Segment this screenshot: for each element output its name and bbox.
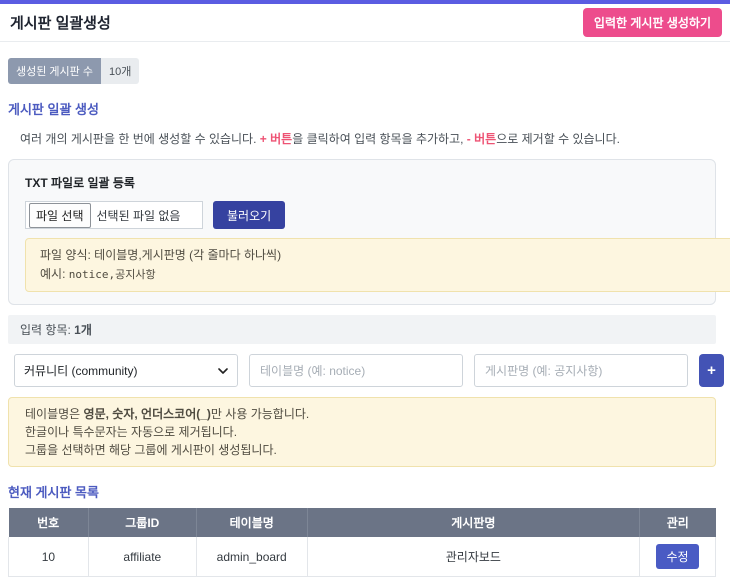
main-content: 생성된 게시판 수 10개 게시판 일괄 생성 여러 개의 게시판을 한 번에 … — [0, 42, 730, 577]
page-header: 게시판 일괄생성 입력한 게시판 생성하기 — [0, 4, 730, 42]
description-part2: 을 클릭하여 입력 항목을 추가하고, — [292, 132, 467, 146]
file-format-line1: 파일 양식: 테이블명,게시판명 (각 줄마다 하나씩) — [40, 246, 730, 265]
column-header-group-id: 그룹ID — [88, 508, 196, 537]
file-example-label: 예시: — [40, 267, 69, 281]
rules-line1-post: 만 사용 가능합니다. — [211, 407, 309, 421]
column-header-table-name: 테이블명 — [196, 508, 307, 537]
load-file-button[interactable]: 불러오기 — [213, 201, 285, 229]
group-select[interactable]: 커뮤니티 (community) — [14, 354, 238, 387]
bulk-create-heading: 게시판 일괄 생성 — [8, 99, 722, 118]
rules-line1-pre: 테이블명은 — [25, 407, 84, 421]
current-boards-heading: 현재 게시판 목록 — [8, 482, 722, 501]
board-input-row: 커뮤니티 (community) + — [14, 354, 724, 387]
cell-table-name: admin_board — [196, 537, 307, 577]
file-format-notice: 파일 양식: 테이블명,게시판명 (각 줄마다 하나씩) 예시: notice,… — [25, 238, 730, 292]
current-boards-table: 번호 그룹ID 테이블명 게시판명 관리 10 affiliate admin_… — [8, 508, 716, 577]
description-part1: 여러 개의 게시판을 한 번에 생성할 수 있습니다. — [20, 132, 260, 146]
input-count-bar: 입력 항목: 1개 — [8, 315, 716, 344]
input-count-label: 입력 항목: — [20, 323, 74, 337]
table-name-rules-notice: 테이블명은 영문, 숫자, 언더스코어(_)만 사용 가능합니다. 한글이나 특… — [8, 397, 716, 467]
file-status-text: 선택된 파일 없음 — [97, 207, 181, 224]
created-count-value: 10개 — [101, 58, 139, 84]
board-name-input[interactable] — [474, 354, 688, 387]
table-row: 10 affiliate admin_board 관리자보드 수정 — [9, 537, 716, 577]
file-select-button[interactable]: 파일 선택 — [29, 203, 91, 228]
table-name-input[interactable] — [249, 354, 463, 387]
txt-upload-section: TXT 파일로 일괄 등록 파일 선택 선택된 파일 없음 불러오기 파일 양식… — [8, 159, 716, 305]
description-part3: 으로 제거할 수 있습니다. — [496, 132, 620, 146]
bulk-create-description: 여러 개의 게시판을 한 번에 생성할 수 있습니다. + 버튼을 클릭하여 입… — [20, 131, 722, 147]
created-count-label: 생성된 게시판 수 — [8, 58, 101, 84]
add-row-button[interactable]: + — [699, 354, 724, 387]
rules-line3: 그룹을 선택하면 해당 그룹에 게시판이 생성됩니다. — [25, 441, 699, 459]
rules-line1-bold: 영문, 숫자, 언더스코어(_) — [84, 407, 211, 421]
cell-no: 10 — [9, 537, 89, 577]
minus-button-mention: - 버튼 — [467, 132, 496, 146]
created-count-badge: 생성된 게시판 수 10개 — [8, 58, 139, 84]
txt-upload-title: TXT 파일로 일괄 등록 — [25, 174, 699, 191]
rules-line1: 테이블명은 영문, 숫자, 언더스코어(_)만 사용 가능합니다. — [25, 405, 699, 423]
plus-button-mention: + 버튼 — [260, 132, 292, 146]
cell-group-id: affiliate — [88, 537, 196, 577]
file-input[interactable]: 파일 선택 선택된 파일 없음 — [25, 201, 203, 229]
cell-manage: 수정 — [640, 537, 716, 577]
input-count-value: 1개 — [74, 323, 92, 337]
chevron-down-icon — [218, 366, 228, 376]
file-example-code: notice,공지사항 — [69, 268, 156, 281]
rules-line2: 한글이나 특수문자는 자동으로 제거됩니다. — [25, 423, 699, 441]
file-format-line2: 예시: notice,공지사항 — [40, 265, 730, 284]
column-header-no: 번호 — [9, 508, 89, 537]
file-upload-row: 파일 선택 선택된 파일 없음 불러오기 — [25, 201, 699, 229]
column-header-board-name: 게시판명 — [307, 508, 639, 537]
group-select-value: 커뮤니티 (community) — [24, 362, 138, 379]
cell-board-name: 관리자보드 — [307, 537, 639, 577]
create-boards-button[interactable]: 입력한 게시판 생성하기 — [583, 8, 722, 37]
column-header-manage: 관리 — [640, 508, 716, 537]
table-header-row: 번호 그룹ID 테이블명 게시판명 관리 — [9, 508, 716, 537]
edit-button[interactable]: 수정 — [656, 544, 698, 569]
page-title: 게시판 일괄생성 — [10, 12, 111, 33]
